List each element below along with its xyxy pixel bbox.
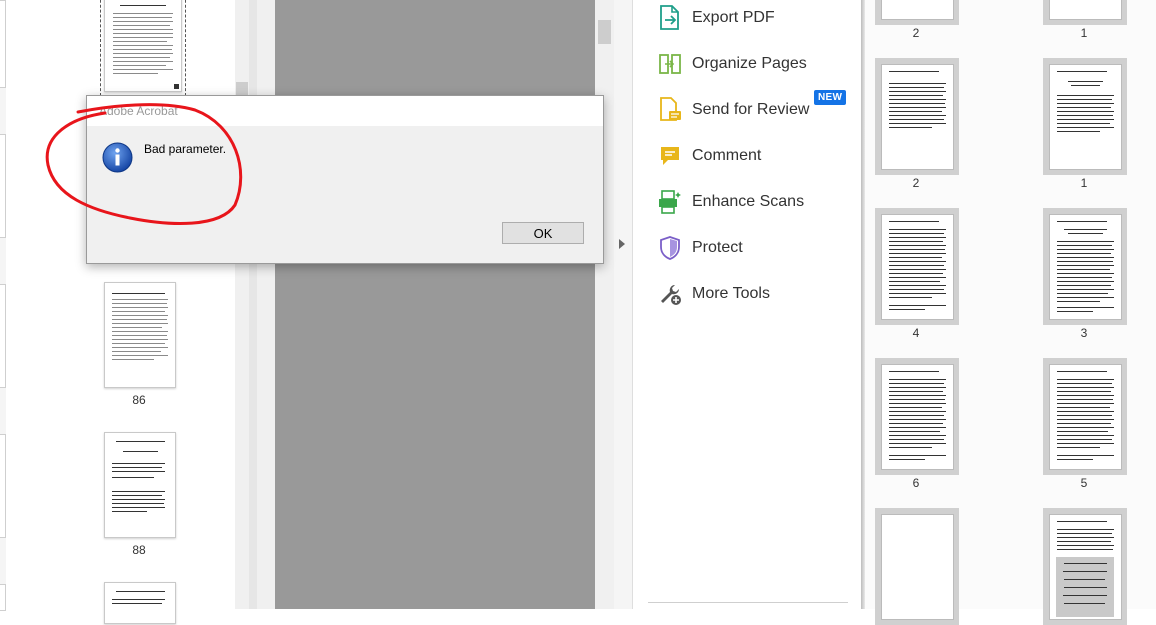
page-number: 2 xyxy=(912,176,920,190)
page-thumbnail[interactable] xyxy=(100,0,186,96)
document-scrollbar[interactable] xyxy=(595,0,614,609)
page-number: 5 xyxy=(1080,476,1088,490)
page-thumbnail[interactable] xyxy=(1043,0,1127,25)
page-thumbnail[interactable] xyxy=(104,432,176,538)
pane-separator xyxy=(249,0,257,609)
page-thumbnail[interactable] xyxy=(875,508,959,625)
page-number: 4 xyxy=(912,326,920,340)
dialog-title: Adobe Acrobat xyxy=(99,104,178,118)
left-pane-scrollbar[interactable] xyxy=(235,0,249,609)
send-for-review-icon xyxy=(657,97,683,123)
tool-label: Protect xyxy=(692,239,743,256)
dialog-titlebar[interactable]: Adobe Acrobat xyxy=(87,96,603,126)
tool-export-pdf[interactable]: Export PDF xyxy=(657,0,857,36)
tool-label: Organize Pages xyxy=(692,55,807,72)
page-number: 86 xyxy=(132,393,146,407)
left-thumbnails-pane: 86 88 xyxy=(6,0,235,624)
divider xyxy=(648,602,848,603)
page-number: 1 xyxy=(1080,176,1088,190)
tool-enhance-scans[interactable]: Enhance Scans xyxy=(657,184,857,220)
tool-label: Enhance Scans xyxy=(692,193,805,210)
page-thumbnail[interactable] xyxy=(104,282,176,388)
page-thumbnail[interactable] xyxy=(1043,508,1127,625)
ok-button[interactable]: OK xyxy=(502,222,584,244)
comment-icon xyxy=(657,143,683,169)
page-number: 2 xyxy=(912,26,920,40)
page-number: 1 xyxy=(1080,26,1088,40)
tool-label: Send for Review xyxy=(692,101,810,118)
right-thumbnails-pane: 2 1 2 1 4 3 6 5 xyxy=(865,0,1156,625)
tool-more-tools[interactable]: More Tools xyxy=(657,276,857,312)
enhance-scans-icon xyxy=(657,189,683,215)
doc-gutter xyxy=(257,0,275,609)
info-icon xyxy=(102,142,133,173)
page-number: 88 xyxy=(132,543,146,557)
page-thumbnail[interactable] xyxy=(875,358,959,475)
tools-pane: Export PDF Organize Pages Send for Revie… xyxy=(632,0,862,609)
tool-label: Export PDF xyxy=(692,9,775,26)
organize-pages-icon xyxy=(657,51,683,77)
protect-icon xyxy=(657,235,683,261)
page-thumbnail[interactable] xyxy=(875,58,959,175)
page-thumbnail[interactable] xyxy=(1043,208,1127,325)
page-number: 3 xyxy=(1080,326,1088,340)
tool-protect[interactable]: Protect xyxy=(657,230,857,266)
page-number: 6 xyxy=(912,476,920,490)
page-thumbnail[interactable] xyxy=(875,0,959,25)
page-thumbnail[interactable] xyxy=(104,582,176,624)
dialog-message: Bad parameter. xyxy=(144,142,227,156)
tools-pane-gap xyxy=(614,0,632,609)
more-tools-icon xyxy=(657,281,683,307)
page-thumbnail[interactable] xyxy=(1043,358,1127,475)
document-view[interactable] xyxy=(275,0,595,609)
tool-comment[interactable]: Comment xyxy=(657,138,857,174)
new-badge: NEW xyxy=(814,90,847,105)
tool-label: More Tools xyxy=(692,285,770,302)
scrollbar-thumb[interactable] xyxy=(598,20,611,44)
alert-dialog: Adobe Acrobat Bad parameter. OK xyxy=(86,95,604,264)
collapse-pane-arrow-icon[interactable] xyxy=(619,239,625,249)
page-thumbnail[interactable] xyxy=(1043,58,1127,175)
page-thumbnail[interactable] xyxy=(875,208,959,325)
tool-organize-pages[interactable]: Organize Pages xyxy=(657,46,857,82)
tool-label: Comment xyxy=(692,147,762,164)
export-pdf-icon xyxy=(657,5,683,31)
